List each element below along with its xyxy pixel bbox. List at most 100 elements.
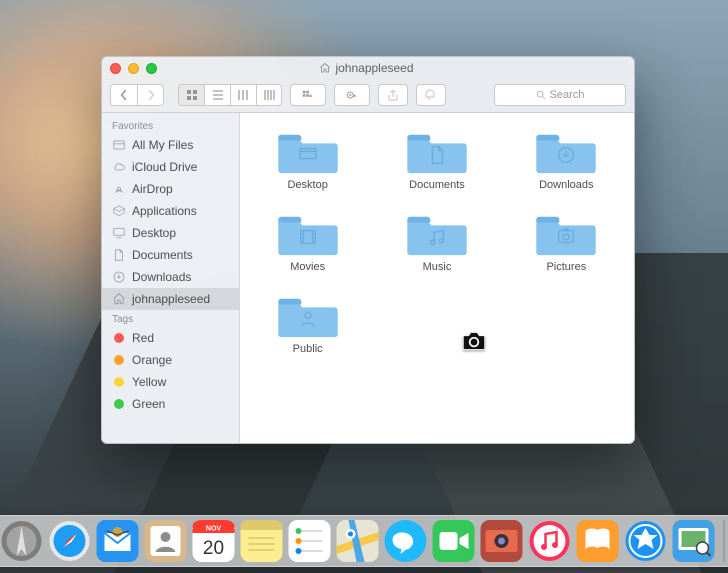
dock-appstore[interactable] [625,520,667,562]
folder-label: Pictures [546,261,586,273]
folder-label: Music [423,261,452,273]
sidebar-item-label: Green [132,397,165,411]
folder-icon [277,211,339,257]
folder-icon [406,211,468,257]
folder-label: Documents [409,179,465,191]
dock-notes[interactable] [241,520,283,562]
sidebar: Favorites All My Files iCloud Drive AirD… [102,113,240,443]
content-pane[interactable]: Desktop Documents Downloads Movies Music… [240,113,634,443]
sidebar-item-label: Applications [132,204,197,218]
sidebar-item-label: Red [132,331,154,345]
view-coverflow-button[interactable] [256,84,282,106]
sidebar-item-downloads[interactable]: Downloads [102,266,239,288]
sidebar-tag-yellow[interactable]: Yellow [102,371,239,393]
sidebar-item-label: Documents [132,248,193,262]
dock: NOV 20 [0,515,728,567]
view-mode-group [178,84,282,106]
dock-mail[interactable] [97,520,139,562]
search-icon [536,90,546,100]
folder-icon [277,293,339,339]
home-icon [112,292,126,306]
nav-group [110,84,164,106]
icloud-icon [112,160,126,174]
tag-dot-icon [114,355,124,365]
dock-contacts[interactable] [145,520,187,562]
minimize-button[interactable] [128,63,139,74]
sidebar-item-label: Downloads [132,270,191,284]
folder-movies[interactable]: Movies [248,211,367,273]
dock-calendar[interactable]: NOV 20 [193,520,235,562]
svg-text:NOV: NOV [206,526,222,533]
forward-button[interactable] [137,84,164,106]
sidebar-item-icloud[interactable]: iCloud Drive [102,156,239,178]
folder-icon [406,129,468,175]
applications-icon [112,204,126,218]
sidebar-item-documents[interactable]: Documents [102,244,239,266]
desktop-icon [112,226,126,240]
tags-button[interactable] [416,84,446,106]
sidebar-item-label: All My Files [132,138,193,152]
folder-label: Desktop [287,179,327,191]
sidebar-item-desktop[interactable]: Desktop [102,222,239,244]
sidebar-item-label: johnappleseed [132,292,210,306]
folder-desktop[interactable]: Desktop [248,129,367,191]
folder-icon [535,129,597,175]
svg-text:20: 20 [203,538,224,559]
airdrop-icon [112,182,126,196]
traffic-lights [110,63,157,74]
dock-launchpad[interactable] [1,520,43,562]
toolbar: Search [102,79,634,113]
tag-dot-icon [114,399,124,409]
sidebar-item-home[interactable]: johnappleseed [102,288,239,310]
dock-maps[interactable] [337,520,379,562]
dock-safari[interactable] [49,520,91,562]
folder-icon [535,211,597,257]
all-my-files-icon [112,138,126,152]
close-button[interactable] [110,63,121,74]
home-icon [319,62,331,74]
screenshot-camera-cursor [460,330,488,352]
dock-preview[interactable] [673,520,715,562]
sidebar-item-applications[interactable]: Applications [102,200,239,222]
dock-facetime[interactable] [433,520,475,562]
finder-body: Favorites All My Files iCloud Drive AirD… [102,113,634,443]
sidebar-section-favorites: Favorites [102,117,239,134]
folder-public[interactable]: Public [248,293,367,355]
desktop: johnappleseed Search [0,0,728,573]
sidebar-item-label: AirDrop [132,182,173,196]
finder-window: johnappleseed Search [101,56,635,444]
back-button[interactable] [110,84,137,106]
sidebar-item-airdrop[interactable]: AirDrop [102,178,239,200]
window-title: johnappleseed [157,61,576,75]
search-field[interactable]: Search [494,84,626,106]
tag-dot-icon [114,377,124,387]
folder-music[interactable]: Music [377,211,496,273]
sidebar-tag-red[interactable]: Red [102,327,239,349]
dock-itunes[interactable] [529,520,571,562]
sidebar-tag-orange[interactable]: Orange [102,349,239,371]
arrange-button[interactable] [290,84,326,106]
folder-downloads[interactable]: Downloads [507,129,626,191]
dock-photobooth[interactable] [481,520,523,562]
folder-pictures[interactable]: Pictures [507,211,626,273]
folder-label: Downloads [539,179,593,191]
folder-label: Movies [290,261,325,273]
documents-icon [112,248,126,262]
view-icons-button[interactable] [178,84,204,106]
view-list-button[interactable] [204,84,230,106]
zoom-button[interactable] [146,63,157,74]
sidebar-tag-green[interactable]: Green [102,393,239,415]
folder-documents[interactable]: Documents [377,129,496,191]
sidebar-item-label: iCloud Drive [132,160,197,174]
sidebar-item-label: Orange [132,353,172,367]
dock-reminders[interactable] [289,520,331,562]
share-button[interactable] [378,84,408,106]
action-button[interactable] [334,84,370,106]
sidebar-section-tags: Tags [102,310,239,327]
dock-ibooks[interactable] [577,520,619,562]
dock-messages[interactable] [385,520,427,562]
view-columns-button[interactable] [230,84,256,106]
sidebar-item-allmyfiles[interactable]: All My Files [102,134,239,156]
downloads-icon [112,270,126,284]
titlebar[interactable]: johnappleseed [102,57,634,79]
